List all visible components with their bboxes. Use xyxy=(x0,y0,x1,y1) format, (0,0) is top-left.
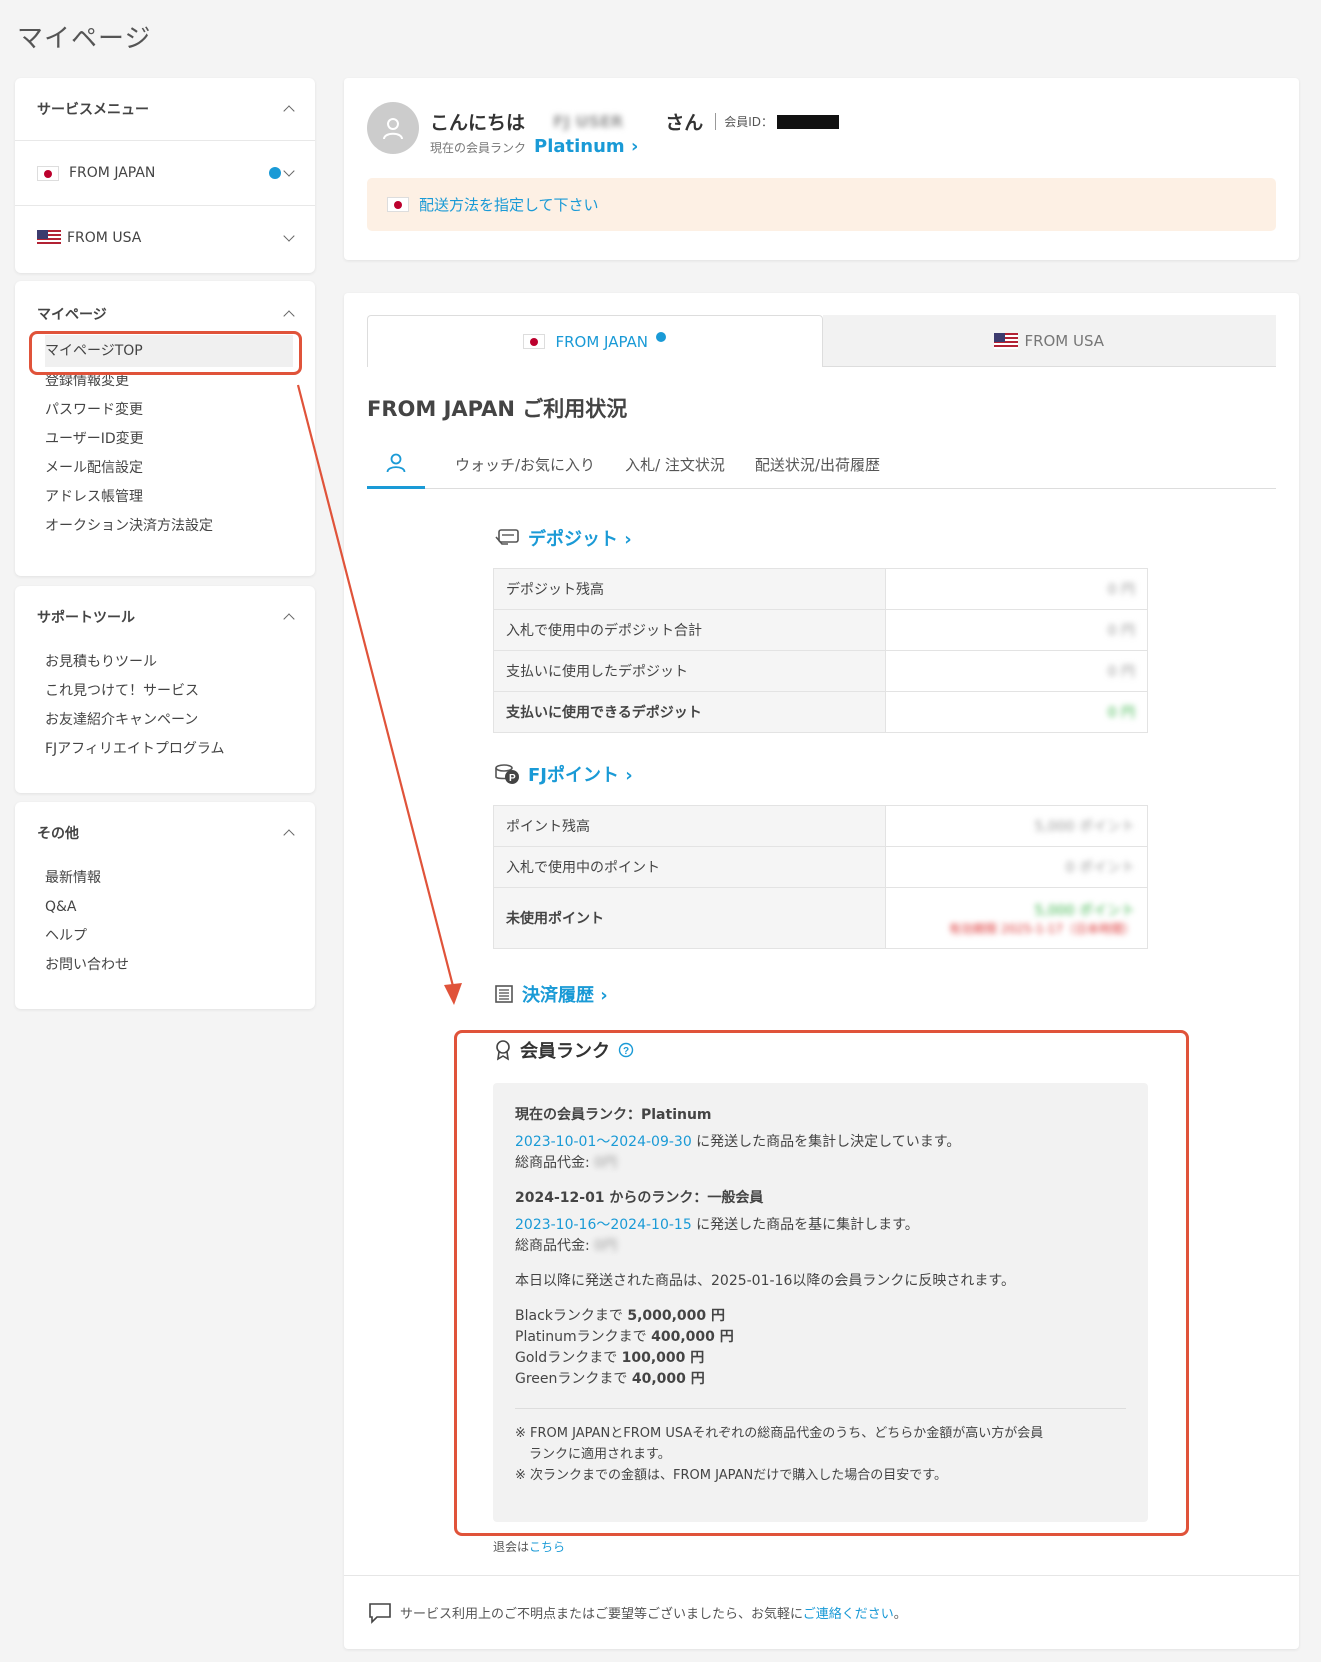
annotation-arrow xyxy=(296,384,462,1005)
